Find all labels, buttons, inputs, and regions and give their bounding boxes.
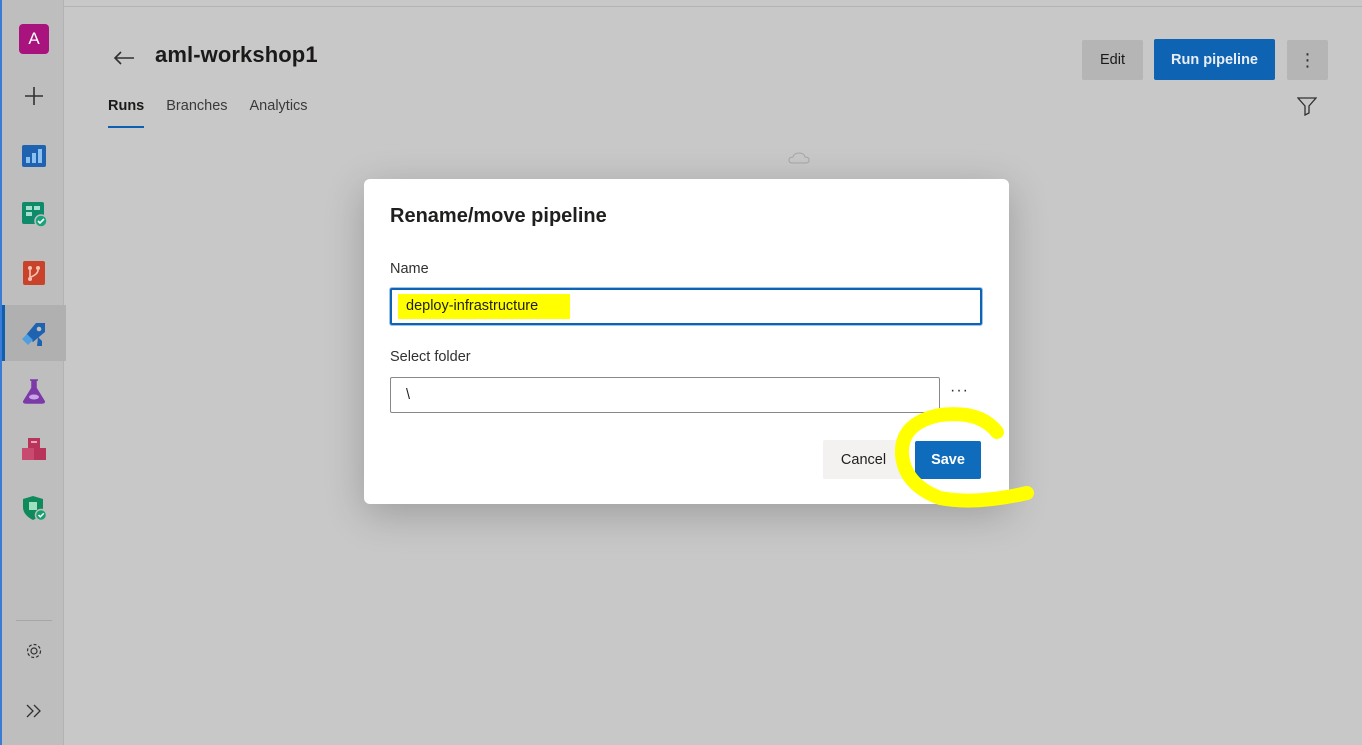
tab-runs[interactable]: Runs <box>108 98 145 128</box>
artifacts-nav[interactable] <box>2 425 66 473</box>
repos-nav[interactable] <box>2 249 66 297</box>
pipelines-nav[interactable] <box>2 305 66 361</box>
boards-icon <box>22 202 47 227</box>
edit-button[interactable]: Edit <box>1082 40 1143 80</box>
expand-rail-button[interactable] <box>2 687 66 735</box>
browse-folder-button[interactable]: ··· <box>950 382 969 400</box>
overview-nav[interactable] <box>2 132 66 180</box>
add-icon <box>25 87 43 105</box>
cloud-icon <box>788 152 810 164</box>
test-plans-nav[interactable] <box>2 367 66 415</box>
save-button[interactable]: Save <box>915 441 981 479</box>
org-avatar-button[interactable]: A <box>2 15 66 63</box>
expand-icon <box>26 704 41 718</box>
left-nav-rail: A <box>0 0 66 745</box>
folder-input-value: \ <box>406 387 411 403</box>
cancel-button[interactable]: Cancel <box>823 440 904 479</box>
security-icon <box>23 496 47 521</box>
avatar: A <box>19 24 49 54</box>
security-nav[interactable] <box>2 484 66 532</box>
repos-icon <box>23 261 45 285</box>
folder-label: Select folder <box>390 349 471 365</box>
boards-nav[interactable] <box>2 190 66 238</box>
artifacts-icon <box>22 438 46 460</box>
dialog-title: Rename/move pipeline <box>390 205 607 227</box>
name-input-value: deploy-infrastructure <box>398 294 571 319</box>
name-input[interactable]: deploy-infrastructure <box>390 288 982 325</box>
tab-bar: Runs Branches Analytics <box>108 98 308 128</box>
tab-analytics[interactable]: Analytics <box>250 98 308 128</box>
rail-divider <box>16 620 52 621</box>
run-pipeline-button[interactable]: Run pipeline <box>1154 39 1275 80</box>
name-label: Name <box>390 261 429 277</box>
arrow-left-icon <box>113 51 134 65</box>
test-plans-icon <box>23 379 45 404</box>
back-button[interactable] <box>110 44 138 72</box>
tab-branches[interactable]: Branches <box>166 98 227 128</box>
page-title: aml-workshop1 <box>155 42 318 67</box>
add-button[interactable] <box>2 72 66 120</box>
more-actions-button[interactable]: ⋮ <box>1287 40 1328 80</box>
project-settings-button[interactable] <box>2 627 66 675</box>
folder-input[interactable]: \ <box>390 377 940 413</box>
overview-icon <box>22 145 46 167</box>
filter-icon[interactable] <box>1297 96 1317 116</box>
pipelines-icon <box>22 323 45 346</box>
top-divider <box>64 6 1362 7</box>
rename-move-dialog: Rename/move pipeline Name deploy-infrast… <box>364 179 1009 504</box>
settings-icon <box>26 643 42 659</box>
